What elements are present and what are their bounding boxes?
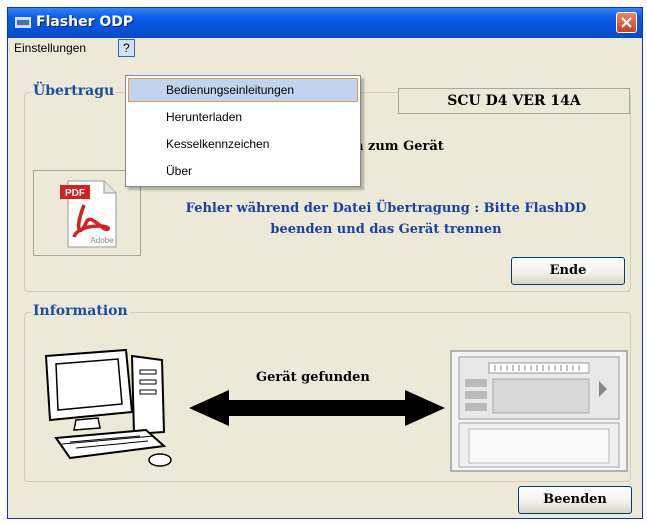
- menu-item-ueber[interactable]: Über: [128, 159, 358, 183]
- double-arrow-icon: [189, 390, 445, 426]
- close-window-button[interactable]: [616, 12, 637, 33]
- title-bar[interactable]: Flasher ODP: [8, 8, 642, 38]
- menu-item-herunterladen[interactable]: Herunterladen: [128, 105, 358, 129]
- app-icon: [15, 17, 31, 28]
- error-message: Fehler während der Datei Übertragung : B…: [148, 198, 624, 240]
- computer-icon: [44, 348, 172, 467]
- pdf-icon-label: PDF: [65, 188, 85, 199]
- error-line-2: beenden und das Gerät trennen: [270, 222, 502, 237]
- menu-item-kesselkennzeichen[interactable]: Kesselkennzeichen: [128, 132, 358, 156]
- error-line-1: Fehler während der Datei Übertragung : B…: [185, 201, 587, 216]
- information-group-title: Information: [31, 303, 130, 319]
- device-status-text: Gerät gefunden: [256, 370, 370, 385]
- help-dropdown-menu: Bedienungseinleitungen Herunterladen Kes…: [125, 75, 361, 187]
- window-title: Flasher ODP: [36, 14, 134, 30]
- menu-help[interactable]: ?: [118, 39, 135, 57]
- boiler-device-icon: [450, 350, 628, 472]
- app-window: Flasher ODP Einstellungen ? Übertragu SC…: [7, 7, 643, 519]
- menu-item-bedienungseinleitungen[interactable]: Bedienungseinleitungen: [128, 78, 358, 102]
- version-display: SCU D4 VER 14A: [398, 88, 630, 114]
- menu-bar: Einstellungen ?: [8, 38, 642, 58]
- adobe-icon-label: Adobe: [90, 236, 114, 245]
- transfer-status-text: n zum Gerät: [354, 139, 444, 154]
- close-app-button[interactable]: Beenden: [518, 486, 632, 514]
- end-button[interactable]: Ende: [511, 257, 625, 285]
- menu-einstellungen[interactable]: Einstellungen: [10, 40, 90, 56]
- transfer-group-title: Übertragu: [31, 83, 117, 99]
- close-icon: [621, 17, 632, 28]
